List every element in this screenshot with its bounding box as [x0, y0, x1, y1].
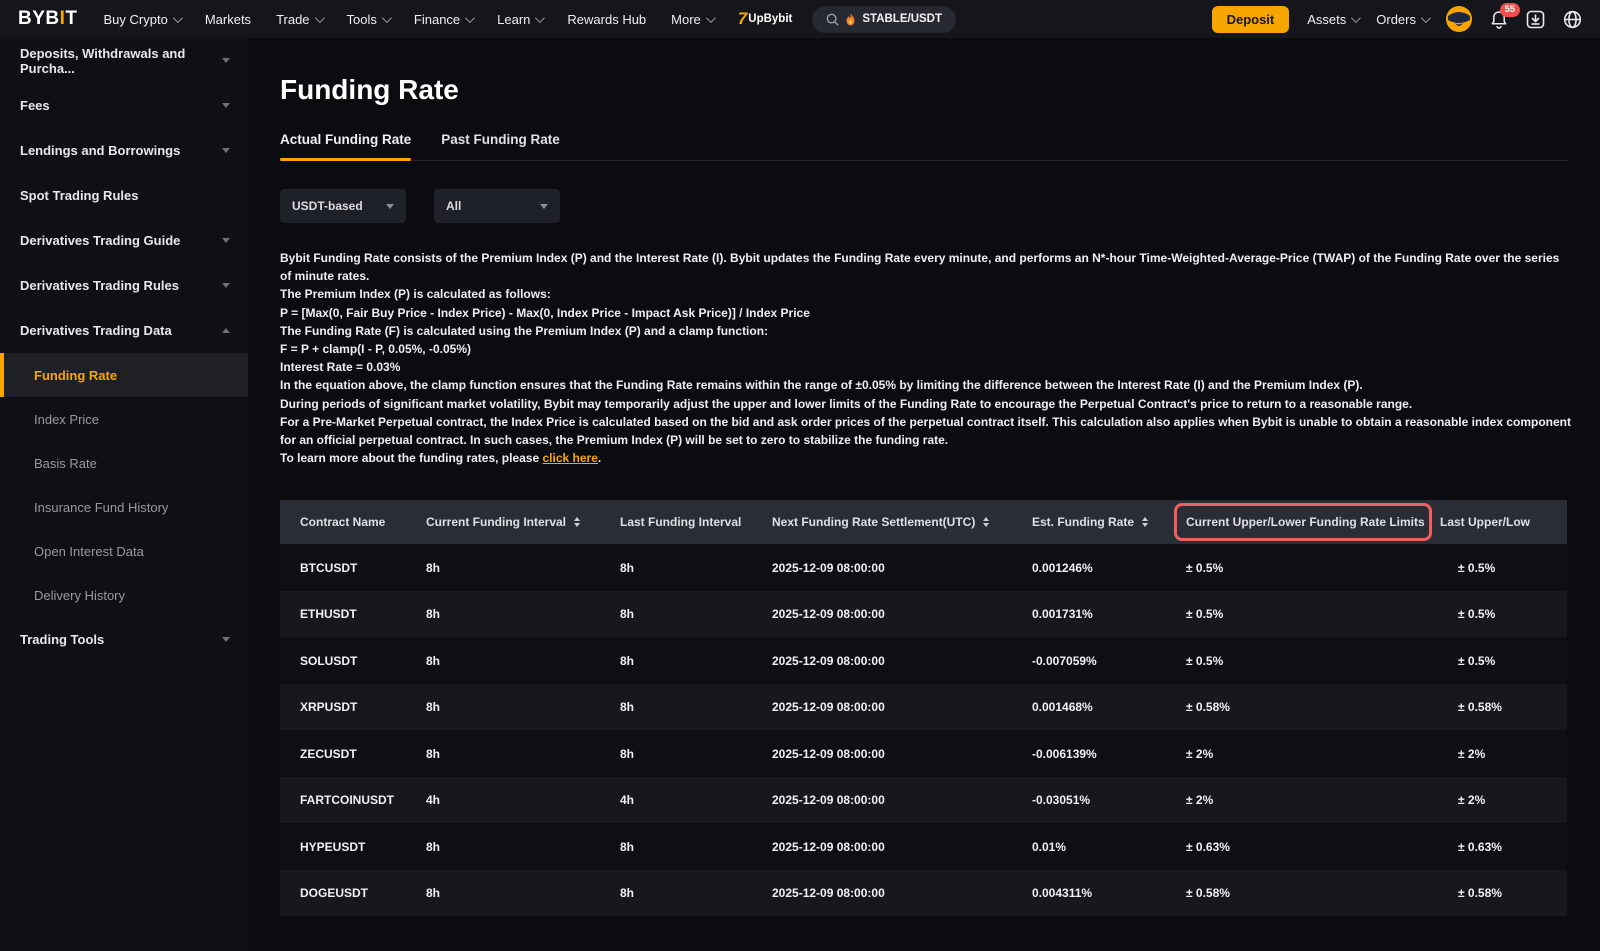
logo-text: BYB: [18, 8, 60, 30]
filter-bar: USDT-based All: [280, 189, 1600, 223]
chevron-down-icon: [540, 204, 548, 209]
table-row: HYPEUSDT 8h 8h 2025-12-09 08:00:00 0.01%…: [280, 823, 1567, 870]
language-button[interactable]: [1563, 10, 1582, 29]
chevron-down-icon: [173, 13, 183, 23]
sidebar-item-delivery-history[interactable]: Delivery History: [0, 573, 248, 617]
tab-past-funding-rate[interactable]: Past Funding Rate: [441, 132, 560, 160]
table-row: ZECUSDT 8h 8h 2025-12-09 08:00:00 -0.006…: [280, 730, 1567, 777]
table-row: ETHUSDT 8h 8h 2025-12-09 08:00:00 0.0017…: [280, 591, 1567, 638]
nav-right-section: Deposit Assets Orders 55: [1212, 6, 1582, 33]
sidebar: Deposits, Withdrawals and Purcha... Fees…: [0, 38, 248, 951]
chevron-down-icon: [222, 637, 230, 642]
chevron-down-icon: [222, 238, 230, 243]
nav-learn[interactable]: Learn: [497, 12, 542, 27]
deposit-button[interactable]: Deposit: [1212, 6, 1290, 33]
avatar[interactable]: [1446, 6, 1472, 32]
header-next-settlement: Next Funding Rate Settlement(UTC): [772, 515, 1032, 529]
table-row: BTCUSDT 8h 8h 2025-12-09 08:00:00 0.0012…: [280, 544, 1567, 591]
download-app-button[interactable]: [1526, 10, 1545, 29]
nav-finance[interactable]: Finance: [414, 12, 472, 27]
nav-assets[interactable]: Assets: [1307, 12, 1358, 27]
sidebar-item-funding-rate[interactable]: Funding Rate: [0, 353, 248, 397]
upbybit-promo[interactable]: 7 UpBybit: [738, 9, 793, 29]
tab-bar: Actual Funding Rate Past Funding Rate: [280, 132, 1568, 161]
search-input[interactable]: STABLE/USDT: [812, 6, 956, 33]
chevron-down-icon: [1351, 13, 1361, 23]
chevron-down-icon: [222, 283, 230, 288]
logo-text-suffix: T: [65, 8, 77, 30]
chevron-down-icon: [706, 13, 716, 23]
seven-icon: 7: [738, 9, 747, 29]
table-row: SOLUSDT 8h 8h 2025-12-09 08:00:00 -0.007…: [280, 637, 1567, 684]
bybit-logo[interactable]: BYBIT: [18, 8, 78, 30]
main-content: Funding Rate Actual Funding Rate Past Fu…: [248, 38, 1600, 916]
sort-icon[interactable]: [1142, 517, 1148, 527]
header-current-funding-interval: Current Funding Interval: [426, 515, 620, 529]
learn-more-line: To learn more about the funding rates, p…: [280, 449, 1600, 467]
sidebar-item-open-interest-data[interactable]: Open Interest Data: [0, 529, 248, 573]
sidebar-item-derivatives-trading-rules[interactable]: Derivatives Trading Rules: [0, 263, 248, 308]
notification-badge: 55: [1500, 3, 1520, 17]
header-last-upper-lower-limits: Last Upper/Low: [1440, 515, 1567, 529]
chevron-down-icon: [222, 58, 230, 63]
tab-actual-funding-rate[interactable]: Actual Funding Rate: [280, 132, 411, 160]
page-title: Funding Rate: [280, 74, 1600, 106]
table-row: FARTCOINUSDT 4h 4h 2025-12-09 08:00:00 -…: [280, 777, 1567, 824]
header-last-funding-interval: Last Funding Interval: [620, 515, 772, 529]
sort-icon[interactable]: [574, 517, 580, 527]
nav-trade[interactable]: Trade: [276, 12, 321, 27]
top-navigation: BYBIT Buy Crypto Markets Trade Tools Fin…: [0, 0, 1600, 38]
funding-rate-description: Bybit Funding Rate consists of the Premi…: [280, 249, 1600, 467]
chevron-down-icon: [382, 13, 392, 23]
search-value: STABLE/USDT: [862, 13, 942, 25]
header-contract-name: Contract Name: [280, 515, 426, 529]
flame-icon: [845, 13, 856, 26]
sidebar-item-index-price[interactable]: Index Price: [0, 397, 248, 441]
chevron-down-icon: [315, 13, 325, 23]
nav-rewards-hub[interactable]: Rewards Hub: [567, 12, 646, 27]
nav-orders[interactable]: Orders: [1376, 12, 1428, 27]
sidebar-item-derivatives-trading-guide[interactable]: Derivatives Trading Guide: [0, 218, 248, 263]
nav-tools[interactable]: Tools: [347, 12, 389, 27]
sidebar-item-spot-trading-rules[interactable]: Spot Trading Rules: [0, 173, 248, 218]
sidebar-item-fees[interactable]: Fees: [0, 83, 248, 128]
chevron-down-icon: [465, 13, 475, 23]
download-icon: [1526, 10, 1545, 29]
nav-more[interactable]: More: [671, 12, 713, 27]
margin-type-select[interactable]: USDT-based: [280, 189, 406, 223]
chevron-down-icon: [386, 204, 394, 209]
globe-icon: [1563, 10, 1582, 29]
table-row: DOGEUSDT 8h 8h 2025-12-09 08:00:00 0.004…: [280, 870, 1567, 917]
sidebar-item-lendings-borrowings[interactable]: Lendings and Borrowings: [0, 128, 248, 173]
chevron-down-icon: [535, 13, 545, 23]
notifications-button[interactable]: 55: [1490, 10, 1508, 29]
table-header-row: Contract Name Current Funding Interval L…: [280, 500, 1567, 544]
click-here-link[interactable]: click here: [543, 451, 598, 465]
header-current-upper-lower-limits: Current Upper/Lower Funding Rate Limits: [1186, 515, 1440, 529]
funding-rate-table: Contract Name Current Funding Interval L…: [280, 500, 1567, 916]
chevron-down-icon: [1421, 13, 1431, 23]
sidebar-item-derivatives-trading-data[interactable]: Derivatives Trading Data: [0, 308, 248, 353]
sidebar-item-deposits-withdrawals[interactable]: Deposits, Withdrawals and Purcha...: [0, 38, 248, 83]
sidebar-item-insurance-fund-history[interactable]: Insurance Fund History: [0, 485, 248, 529]
sidebar-item-basis-rate[interactable]: Basis Rate: [0, 441, 248, 485]
sort-icon[interactable]: [983, 517, 989, 527]
table-row: XRPUSDT 8h 8h 2025-12-09 08:00:00 0.0014…: [280, 684, 1567, 731]
nav-markets[interactable]: Markets: [205, 12, 251, 27]
chevron-down-icon: [222, 148, 230, 153]
header-est-funding-rate: Est. Funding Rate: [1032, 515, 1186, 529]
sidebar-item-trading-tools[interactable]: Trading Tools: [0, 617, 248, 662]
nav-buy-crypto[interactable]: Buy Crypto: [104, 12, 180, 27]
chevron-down-icon: [222, 103, 230, 108]
chevron-up-icon: [222, 328, 230, 333]
contract-filter-select[interactable]: All: [434, 189, 560, 223]
search-icon: [826, 13, 839, 26]
